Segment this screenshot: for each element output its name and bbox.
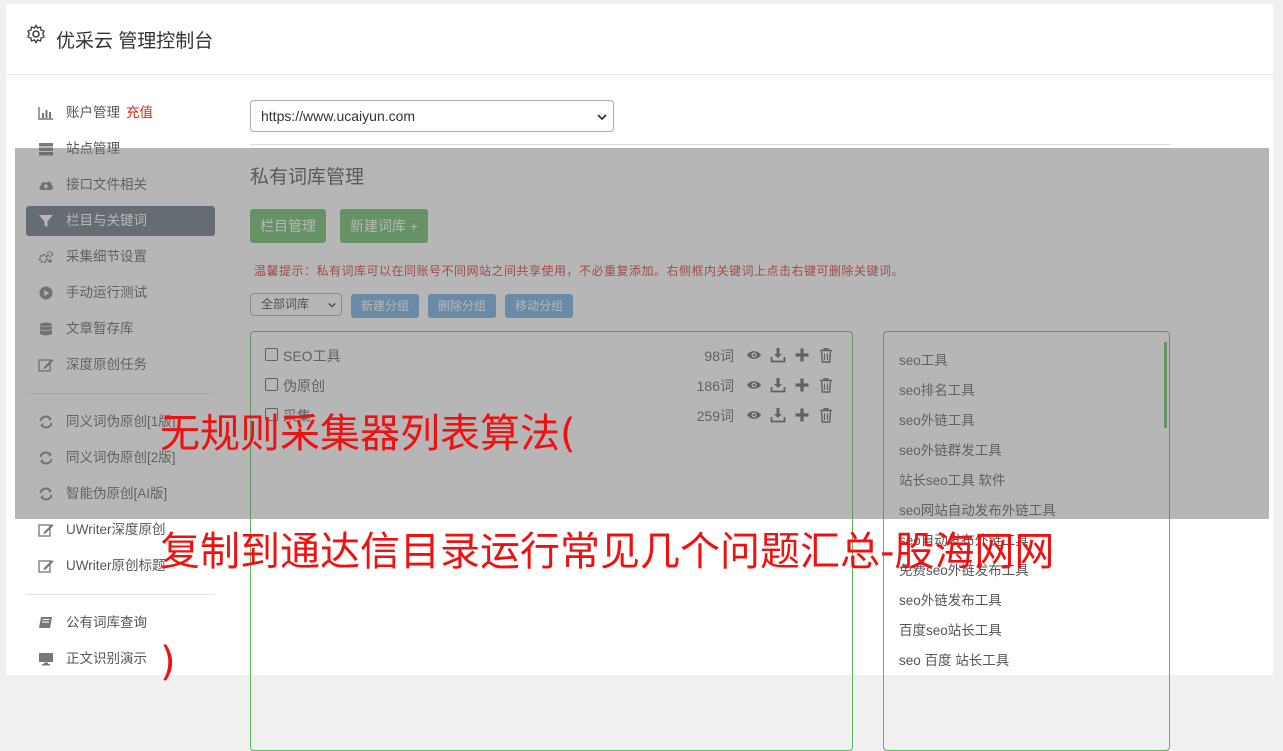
sidebar-divider (26, 594, 215, 595)
recharge-link[interactable]: 充值 (126, 105, 153, 120)
overlay-headline-1: 无规则采集器列表算法( (160, 411, 576, 457)
monitor-icon (39, 653, 53, 666)
sidebar-item-account[interactable]: 账户管理 充值 (26, 98, 215, 128)
site-select-value: https://www.ucaiyun.com (261, 108, 416, 124)
sidebar-item-label: UWriter深度原创 (66, 522, 166, 537)
edit-icon (38, 524, 54, 537)
gear-icon (27, 24, 45, 44)
sidebar-item-label: 公有词库查询 (66, 615, 147, 630)
top-bar: 优采云 管理控制台 (6, 4, 1273, 75)
divider (250, 144, 1170, 145)
overlay-headline-2: 复制到通达信目录运行常见几个问题汇总-股海网网 (160, 529, 1055, 575)
bar-chart-icon (38, 107, 53, 120)
sidebar-item-label: UWriter原创标题 (66, 558, 166, 573)
console-title: 优采云 管理控制台 (56, 31, 214, 52)
sidebar-item-label: 正文识别演示 (66, 651, 147, 666)
keyword-item[interactable]: seo 百度 站长工具 (899, 649, 1009, 669)
overlay-band (15, 148, 1269, 519)
sidebar-item-label: 账户管理 (66, 105, 120, 120)
overlay-headline-3: ) (160, 639, 176, 685)
sidebar-item-public-library[interactable]: 公有词库查询 (26, 608, 215, 638)
book-icon (39, 617, 52, 628)
keyword-item[interactable]: 百度seo站长工具 (899, 619, 1002, 639)
site-select[interactable]: https://www.ucaiyun.com (250, 100, 614, 132)
keyword-item[interactable]: seo外链发布工具 (899, 589, 1002, 609)
sidebar-item-text-recognition[interactable]: 正文识别演示 (26, 644, 215, 674)
edit-icon (38, 560, 54, 573)
chevron-down-icon (597, 114, 607, 121)
